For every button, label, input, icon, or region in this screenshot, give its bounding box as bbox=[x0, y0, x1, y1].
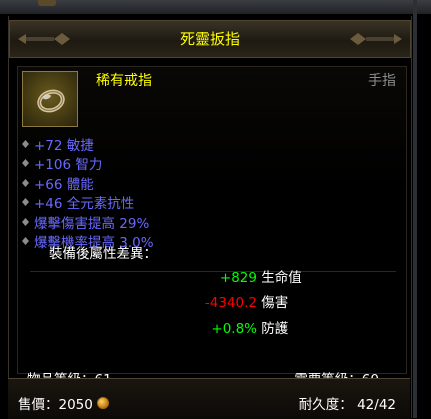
comparison-row-life: +829 生命值 bbox=[187, 266, 302, 286]
comparison-row-armor: +0.8% 防護 bbox=[187, 317, 288, 337]
comparison-value: -4340.2 bbox=[204, 295, 257, 311]
affix-line: +66 體能 bbox=[20, 173, 320, 193]
comparison-label: 裝備後屬性差異： bbox=[49, 246, 157, 262]
durability: 耐久度： 42/42 bbox=[298, 397, 396, 413]
window-edge-ornament bbox=[38, 0, 56, 6]
diamond-bullet-icon bbox=[22, 198, 29, 207]
tooltip-footer: 售價：2050 耐久度： 42/42 bbox=[8, 378, 410, 419]
diamond-bullet-icon bbox=[22, 237, 29, 246]
affix-text: 爆擊傷害提高 29% bbox=[34, 215, 150, 232]
comparison-value: +829 bbox=[219, 270, 257, 286]
sell-price: 售價：2050 bbox=[18, 393, 109, 413]
tooltip-header: 死靈扳指 bbox=[9, 20, 411, 58]
diamond-bullet-icon bbox=[22, 159, 29, 168]
background-window-edge bbox=[0, 0, 431, 14]
item-rarity-name: 稀有戒指 bbox=[96, 73, 152, 89]
diamond-bullet-icon bbox=[22, 139, 29, 148]
gold-ring-icon bbox=[37, 89, 65, 113]
affix-line: +46 全元素抗性 bbox=[20, 193, 320, 213]
item-tooltip: 死靈扳指 稀有戒指 手指 +72 敏捷 +106 智力 +66 體能 +46 全… bbox=[8, 16, 412, 418]
item-slot-type: 手指 bbox=[368, 73, 396, 89]
affix-text: +106 智力 bbox=[34, 157, 103, 174]
affix-text: +46 全元素抗性 bbox=[34, 196, 135, 213]
comparison-stat: 防護 bbox=[261, 321, 289, 337]
comparison-stat: 傷害 bbox=[261, 295, 289, 311]
ornament-right-icon bbox=[350, 33, 402, 45]
affix-text: +66 體能 bbox=[34, 176, 94, 193]
window-edge-bar bbox=[413, 0, 417, 418]
diamond-bullet-icon bbox=[22, 178, 29, 187]
sell-price-text: 售價：2050 bbox=[18, 397, 93, 413]
affix-text: +72 敏捷 bbox=[34, 137, 94, 154]
comparison-value: +0.8% bbox=[211, 321, 257, 337]
affix-line: +72 敏捷 bbox=[20, 134, 320, 154]
diamond-bullet-icon bbox=[22, 217, 29, 226]
affix-list: +72 敏捷 +106 智力 +66 體能 +46 全元素抗性 爆擊傷害提高 2… bbox=[20, 134, 320, 251]
comparison-row-damage: -4340.2 傷害 bbox=[187, 291, 288, 311]
gold-coin-icon bbox=[96, 397, 109, 409]
affix-line: 爆擊傷害提高 29% bbox=[20, 212, 320, 232]
comparison-stat: 生命值 bbox=[261, 270, 302, 286]
item-icon-frame bbox=[22, 71, 78, 127]
affix-line: +106 智力 bbox=[20, 154, 320, 174]
